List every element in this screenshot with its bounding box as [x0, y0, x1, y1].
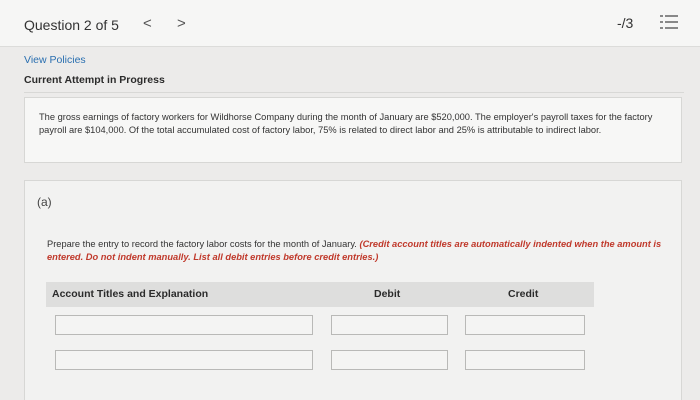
header-credit: Credit	[508, 288, 539, 300]
instruction-text: Prepare the entry to record the factory …	[47, 239, 357, 249]
debit-input-row-2[interactable]	[331, 350, 448, 370]
divider	[24, 92, 684, 93]
journal-table-header: Account Titles and Explanation Debit Cre…	[46, 282, 594, 307]
chevron-right-icon[interactable]: >	[177, 15, 186, 32]
account-input-row-1[interactable]	[55, 315, 313, 335]
header-debit: Debit	[374, 288, 401, 300]
debit-input-row-1[interactable]	[331, 315, 448, 335]
score-display: -/3	[617, 15, 634, 31]
view-policies-link[interactable]: View Policies	[24, 54, 86, 66]
question-header: Question 2 of 5 < > -/3	[0, 0, 700, 47]
credit-input-row-1[interactable]	[465, 315, 585, 335]
credit-input-row-2[interactable]	[465, 350, 585, 370]
chevron-left-icon[interactable]: <	[143, 15, 152, 32]
question-counter: Question 2 of 5	[24, 17, 119, 33]
account-input-row-2[interactable]	[55, 350, 313, 370]
part-label: (a)	[37, 195, 52, 209]
attempt-status: Current Attempt in Progress	[24, 74, 165, 86]
list-icon[interactable]	[660, 14, 678, 30]
part-instruction: Prepare the entry to record the factory …	[47, 238, 667, 264]
header-account: Account Titles and Explanation	[52, 288, 209, 300]
problem-statement: The gross earnings of factory workers fo…	[24, 97, 682, 163]
